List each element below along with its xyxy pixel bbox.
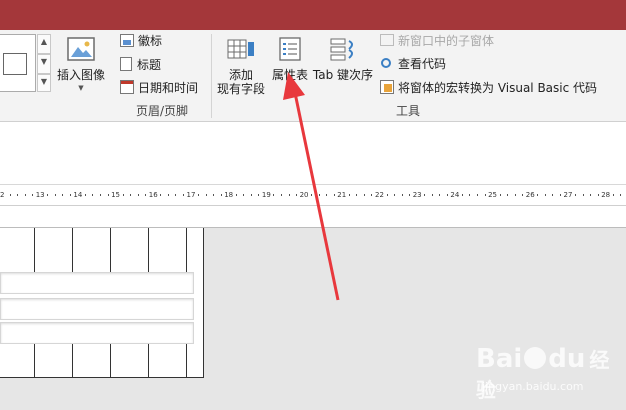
baidu-watermark: Bai du 经验 jingyan.baidu.com: [470, 340, 620, 402]
watermark-brand: Bai: [476, 344, 523, 374]
paw-icon: [524, 347, 547, 369]
watermark-url: jingyan.baidu.com: [482, 380, 584, 393]
watermark-brand-2: du: [548, 344, 586, 374]
